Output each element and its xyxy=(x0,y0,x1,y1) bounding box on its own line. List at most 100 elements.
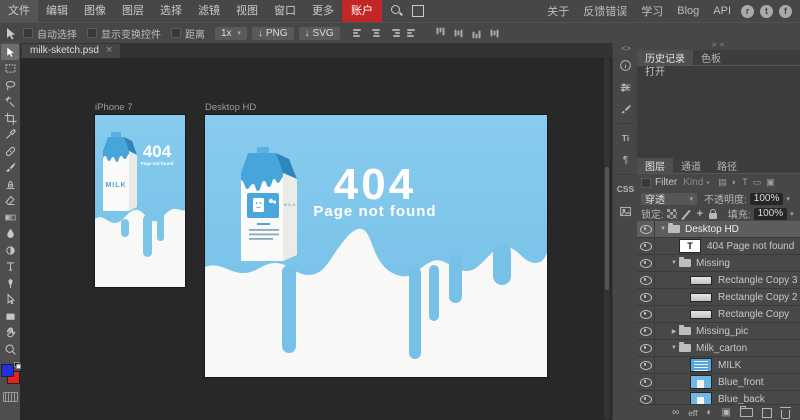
align-right-button[interactable] xyxy=(389,28,400,38)
menu-item-6[interactable]: 视图 xyxy=(228,0,266,22)
hand-tool[interactable] xyxy=(1,325,19,341)
export-svg-button[interactable]: ↓ SVG xyxy=(299,27,340,40)
artboard-label-iphone7[interactable]: iPhone 7 xyxy=(95,102,133,113)
dropdown-icon[interactable]: ▾ xyxy=(786,195,790,203)
layer-name[interactable]: Rectangle Copy 2 xyxy=(718,292,798,303)
layer-name[interactable]: MILK xyxy=(718,360,741,371)
menu-item-1[interactable]: 编辑 xyxy=(38,0,76,22)
visibility-cell[interactable] xyxy=(637,357,655,373)
distribute-center-button[interactable] xyxy=(453,28,463,39)
align-top-button[interactable] xyxy=(407,28,418,38)
layer-name[interactable]: Desktop HD xyxy=(685,224,739,235)
menu-item-3[interactable]: 图层 xyxy=(114,0,152,22)
group-caret-icon[interactable]: ▼ xyxy=(658,226,668,232)
filter-text-icon[interactable]: T xyxy=(742,177,748,188)
eye-icon[interactable] xyxy=(640,276,652,285)
filter-adjustment-icon[interactable]: ◐ xyxy=(732,177,737,188)
layer-name[interactable]: Blue_front xyxy=(718,377,764,388)
filter-shape-icon[interactable]: ▭ xyxy=(753,177,762,188)
tab-layers-0[interactable]: 图层 xyxy=(637,158,673,173)
layer-mask-icon[interactable]: ▣ xyxy=(722,407,731,419)
link-layers-icon[interactable]: ∞ xyxy=(672,407,679,419)
layer-row[interactable]: MILK xyxy=(637,357,800,374)
eye-icon[interactable] xyxy=(640,378,652,387)
character-panel-icon[interactable]: Ti xyxy=(613,127,638,149)
lock-pixels-icon[interactable] xyxy=(681,209,691,219)
lock-transparency-icon[interactable] xyxy=(667,209,677,219)
layer-name[interactable]: 404 Page not found xyxy=(707,241,794,252)
align-left-button[interactable] xyxy=(353,28,364,38)
eye-icon[interactable] xyxy=(640,395,652,404)
close-tab-icon[interactable]: × xyxy=(106,44,112,56)
layer-row[interactable]: ▶Missing_pic xyxy=(637,323,800,340)
group-caret-icon[interactable]: ▼ xyxy=(669,345,679,351)
layer-thumbnail[interactable] xyxy=(690,392,712,404)
eye-icon[interactable] xyxy=(640,242,652,251)
option-checkbox-0[interactable]: 自动选择 xyxy=(23,26,77,41)
canvas-scrollbar[interactable] xyxy=(604,58,610,420)
layer-name[interactable]: Missing xyxy=(696,258,730,269)
layer-row[interactable]: ▼ Desktop HD xyxy=(637,221,800,238)
dodge-tool[interactable] xyxy=(1,242,19,258)
visibility-cell[interactable] xyxy=(637,323,655,339)
header-link-1[interactable]: 反馈错误 xyxy=(576,3,634,19)
visibility-cell[interactable] xyxy=(637,238,655,254)
eye-icon[interactable] xyxy=(640,259,652,268)
adjustment-layer-icon[interactable]: ◐ xyxy=(707,407,713,419)
fullscreen-icon[interactable] xyxy=(412,5,424,17)
artboard-label-desktop-hd[interactable]: Desktop HD xyxy=(205,102,256,113)
info-panel-icon[interactable] xyxy=(613,54,638,76)
blur-tool[interactable] xyxy=(1,226,19,242)
menu-item-8[interactable]: 更多 xyxy=(304,0,342,22)
crop-tool[interactable] xyxy=(1,110,19,126)
tab-layers-2[interactable]: 路径 xyxy=(709,158,745,173)
layer-row[interactable]: Rectangle Copy 3 xyxy=(637,272,800,289)
document-tab[interactable]: milk-sketch.psd × xyxy=(22,42,120,58)
visibility-cell[interactable] xyxy=(637,221,655,237)
eye-icon[interactable] xyxy=(640,327,652,336)
eye-icon[interactable] xyxy=(640,293,652,302)
menu-item-2[interactable]: 图像 xyxy=(76,0,114,22)
pixel-ratio-select[interactable]: 1x ▾ xyxy=(215,27,247,40)
group-caret-icon[interactable]: ▼ xyxy=(669,260,679,266)
panel-collapse-handle[interactable]: > < xyxy=(637,42,800,50)
layer-thumbnail[interactable] xyxy=(690,375,712,389)
eyedropper-tool[interactable] xyxy=(1,127,19,143)
visibility-cell[interactable] xyxy=(637,255,655,271)
menu-item-7[interactable]: 窗口 xyxy=(266,0,304,22)
artboard-iphone7[interactable]: iPhone 7 MILK 404 xyxy=(95,115,185,287)
paragraph-panel-icon[interactable]: ¶ xyxy=(613,149,638,171)
zoom-tool[interactable] xyxy=(1,341,19,357)
new-layer-icon[interactable] xyxy=(762,408,772,418)
layer-thumbnail[interactable] xyxy=(690,276,712,285)
visibility-cell[interactable] xyxy=(637,306,655,322)
layer-row[interactable]: Blue_front xyxy=(637,374,800,391)
lock-position-icon[interactable]: + xyxy=(695,209,705,219)
lock-all-icon[interactable] xyxy=(709,213,717,219)
visibility-cell[interactable] xyxy=(637,289,655,305)
new-group-icon[interactable] xyxy=(740,408,753,417)
group-caret-icon[interactable]: ▶ xyxy=(669,328,679,335)
strip-collapse-icon[interactable]: < > xyxy=(613,42,638,54)
visibility-cell[interactable] xyxy=(637,374,655,390)
layer-thumbnail[interactable]: T xyxy=(679,239,701,253)
checkbox-icon[interactable] xyxy=(23,28,33,38)
layer-thumbnail[interactable] xyxy=(690,293,712,302)
header-link-2[interactable]: 学习 xyxy=(634,3,670,19)
layer-row[interactable]: ▼Milk_carton xyxy=(637,340,800,357)
keyboard-shortcuts-icon[interactable] xyxy=(3,392,18,402)
header-link-4[interactable]: API xyxy=(706,5,738,17)
distribute-left-button[interactable] xyxy=(435,28,445,39)
menu-item-0[interactable]: 文件 xyxy=(0,0,38,22)
eye-icon[interactable] xyxy=(640,361,652,370)
brush-settings-panel-icon[interactable] xyxy=(613,98,638,120)
healing-brush-tool[interactable] xyxy=(1,143,19,159)
path-select-tool[interactable] xyxy=(1,292,19,308)
rectangle-shape-tool[interactable] xyxy=(1,308,19,324)
tab-layers-1[interactable]: 通道 xyxy=(673,158,709,173)
layer-thumbnail[interactable] xyxy=(690,310,712,319)
lasso-tool[interactable] xyxy=(1,77,19,93)
clone-stamp-tool[interactable] xyxy=(1,176,19,192)
eye-icon[interactable] xyxy=(640,225,652,234)
layer-row[interactable]: Rectangle Copy xyxy=(637,306,800,323)
